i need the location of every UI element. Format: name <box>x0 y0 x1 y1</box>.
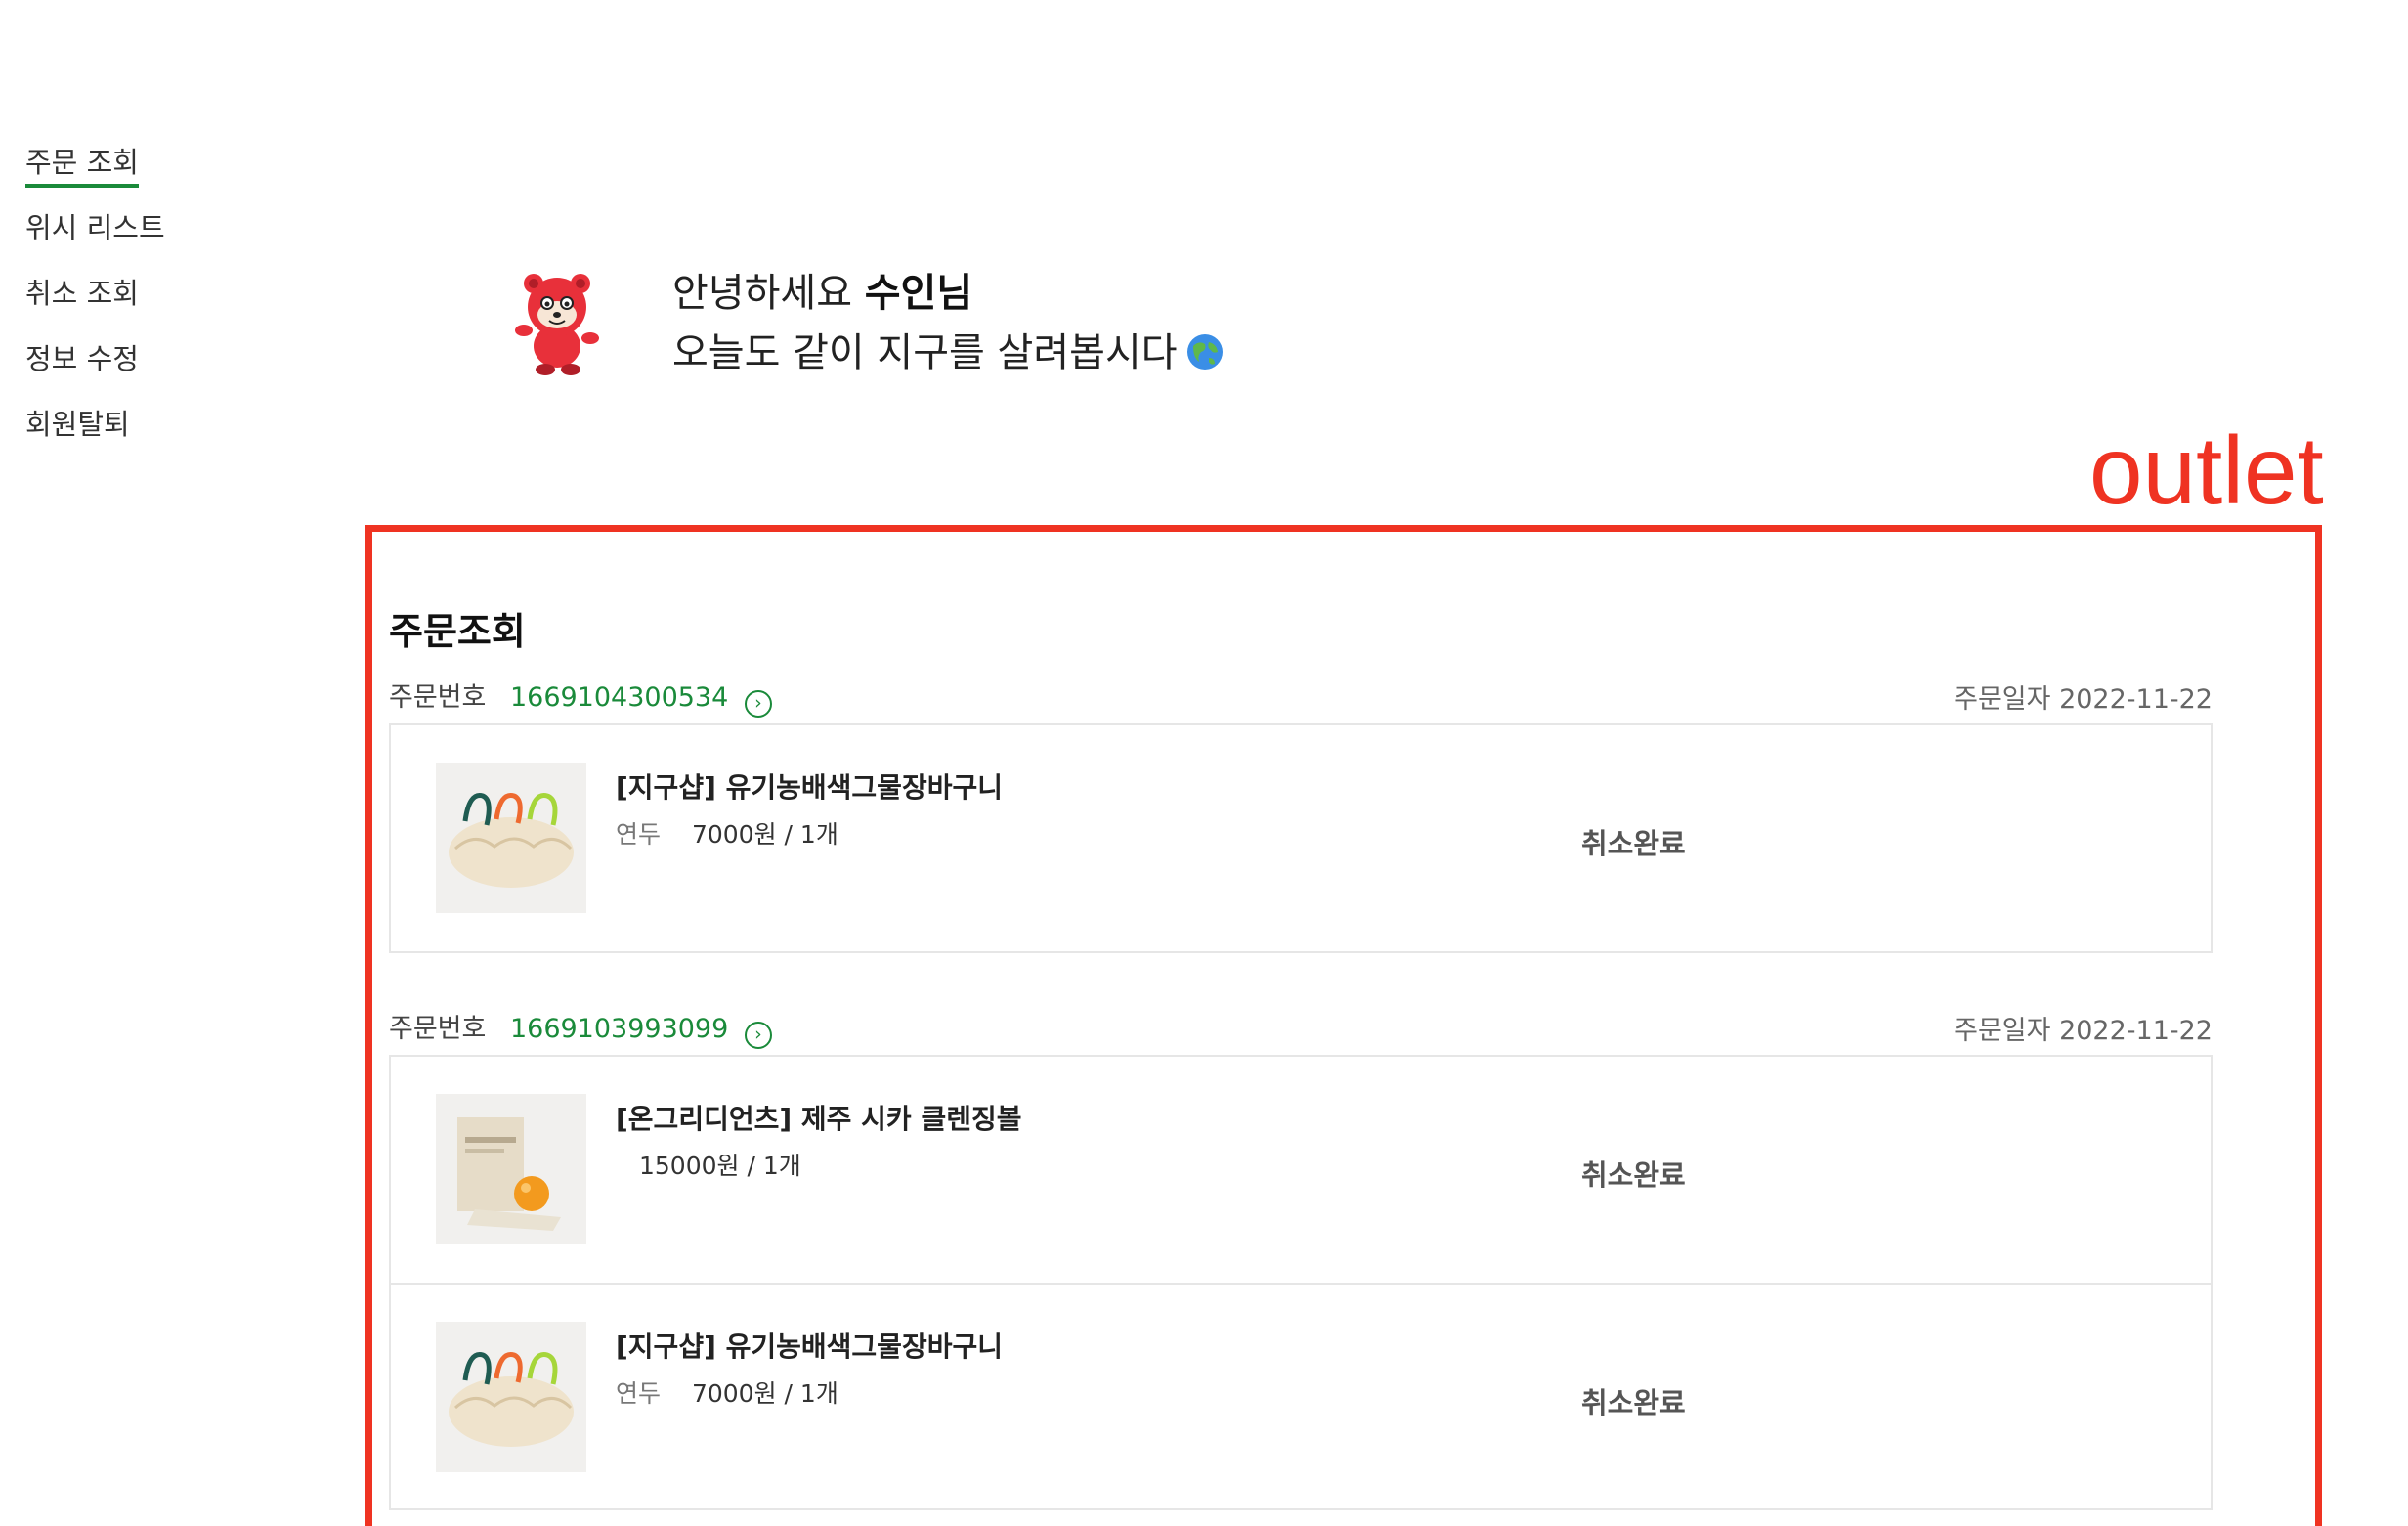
product-option: 연두 <box>616 1379 662 1408</box>
order-status: 취소완료 <box>1581 827 1686 860</box>
chevron-right-icon[interactable]: › <box>744 1021 772 1049</box>
greeting-line-1: 안녕하세요 수인님 <box>672 264 1225 324</box>
order-spacer <box>389 953 2213 1006</box>
order-number-group: 주문번호 1669103993099 › <box>389 1007 772 1049</box>
sidebar-item-withdraw[interactable]: 회원탈퇴 <box>25 405 130 447</box>
greeting-hello: 안녕하세요 <box>672 271 852 316</box>
product-name[interactable]: [온그리디언츠] 제주 시카 클렌징볼 <box>616 1098 1021 1137</box>
order-item: [지구샵] 유기농배색그물장바구니 연두 7000원 / 1개 취소완료 <box>391 1283 2211 1508</box>
greeting-message: 오늘도 같이 지구를 살려봅시다 <box>672 330 1178 375</box>
mesh-bag-image[interactable] <box>436 1322 586 1472</box>
product-name[interactable]: [지구샵] 유기농배색그물장바구니 <box>616 766 1003 806</box>
my-page: 주문 조회 위시 리스트 취소 조회 정보 수정 회원탈퇴 안녕하세요 수인님 … <box>0 0 2408 1526</box>
mesh-bag-image[interactable] <box>436 763 586 913</box>
order-header: 주문번호 1669103993099 › 주문일자 2022-11-22 <box>389 1006 2213 1049</box>
product-option: 연두 <box>616 820 662 849</box>
order-number-label: 주문번호 <box>389 681 487 713</box>
order-date: 주문일자 2022-11-22 <box>1954 1009 2213 1047</box>
order-status: 취소완료 <box>1581 1158 1686 1192</box>
order-date-value: 2022-11-22 <box>2059 1015 2213 1046</box>
order-date-value: 2022-11-22 <box>2059 683 2213 715</box>
order-number-group: 주문번호 1669104300534 › <box>389 676 772 718</box>
product-price: 7000원 / 1개 <box>691 820 838 849</box>
cleansing-ball-image[interactable] <box>436 1094 586 1244</box>
order-number-link[interactable]: 1669104300534 <box>510 682 728 713</box>
order-status: 취소완료 <box>1581 1386 1686 1419</box>
chevron-right-icon[interactable]: › <box>744 689 772 718</box>
order-number-label: 주문번호 <box>389 1013 487 1044</box>
order-date: 주문일자 2022-11-22 <box>1954 677 2213 716</box>
sidebar-item-order-lookup[interactable]: 주문 조회 <box>25 143 139 188</box>
product-meta: 연두 7000원 / 1개 <box>616 1374 838 1410</box>
order-card: [온그리디언츠] 제주 시카 클렌징볼 15000원 / 1개 취소완료 [지구… <box>389 1055 2213 1510</box>
greeting-line-2: 오늘도 같이 지구를 살려봅시다 <box>672 324 1225 383</box>
sidebar-item-cancel-lookup[interactable]: 취소 조회 <box>25 274 139 316</box>
sidebar-nav: 주문 조회 위시 리스트 취소 조회 정보 수정 회원탈퇴 <box>25 143 240 470</box>
page-title: 주문조회 <box>389 610 526 653</box>
order-date-label: 주문일자 <box>1954 683 2051 715</box>
outlet-annotation-label: outlet <box>2089 416 2324 524</box>
sidebar-item-wishlist[interactable]: 위시 리스트 <box>25 208 165 250</box>
order-date-label: 주문일자 <box>1954 1015 2051 1046</box>
order-card: [지구샵] 유기농배색그물장바구니 연두 7000원 / 1개 취소완료 <box>389 723 2213 953</box>
product-price: 15000원 / 1개 <box>639 1152 801 1180</box>
order-number-link[interactable]: 1669103993099 <box>510 1014 728 1044</box>
order-item: [지구샵] 유기농배색그물장바구니 연두 7000원 / 1개 취소완료 <box>391 725 2211 951</box>
product-meta: 15000원 / 1개 <box>616 1147 801 1182</box>
product-meta: 연두 7000원 / 1개 <box>616 815 838 850</box>
greeting-text: 안녕하세요 수인님 오늘도 같이 지구를 살려봅시다 <box>672 264 1225 383</box>
greeting-section: 안녕하세요 수인님 오늘도 같이 지구를 살려봅시다 <box>510 264 1225 383</box>
order-list-section: 주문조회 주문번호 1669104300534 › 주문일자 2022-11-2… <box>389 606 2213 1510</box>
order-item: [온그리디언츠] 제주 시카 클렌징볼 15000원 / 1개 취소완료 <box>391 1057 2211 1283</box>
order-header: 주문번호 1669104300534 › 주문일자 2022-11-22 <box>389 675 2213 718</box>
user-name: 수인님 <box>864 271 973 316</box>
sidebar-item-edit-info[interactable]: 정보 수정 <box>25 339 139 381</box>
product-name[interactable]: [지구샵] 유기농배색그물장바구니 <box>616 1326 1003 1365</box>
mascot-character-icon <box>515 274 599 375</box>
product-price: 7000원 / 1개 <box>691 1379 838 1408</box>
globe-icon <box>1186 334 1223 370</box>
